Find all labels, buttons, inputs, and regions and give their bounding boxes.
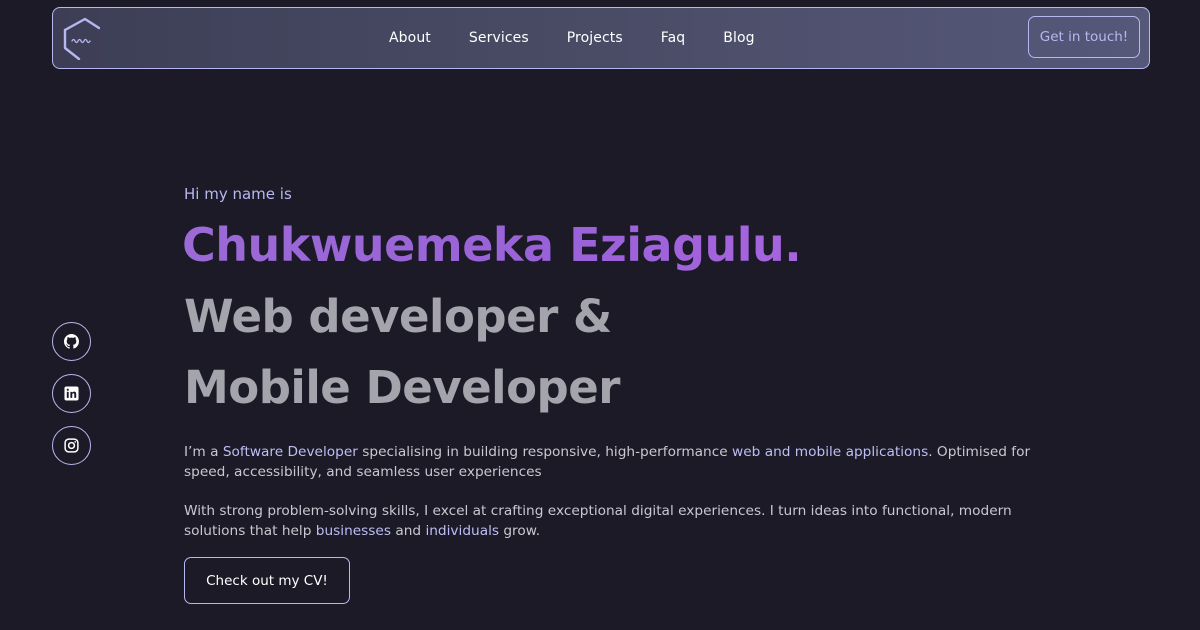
linkedin-link[interactable] [52, 374, 91, 413]
nav-link-about[interactable]: About [389, 30, 431, 46]
navbar: About Services Projects Faq Blog Get in … [52, 7, 1150, 69]
skills-text: grow. [499, 523, 541, 539]
highlight-individuals: individuals [425, 523, 500, 539]
intro-paragraph: I’m a Software Developer specialising in… [184, 442, 1064, 482]
hero-role-line1: Web developer & [184, 290, 612, 343]
instagram-icon [64, 438, 79, 453]
hero-name: Chukwuemeka Eziagulu. [182, 218, 802, 272]
github-icon [64, 334, 79, 349]
hero-role-line2: Mobile Developer [184, 361, 620, 414]
intro-text: I’m a [184, 444, 223, 460]
check-cv-button[interactable]: Check out my CV! [184, 557, 350, 604]
highlight-businesses: businesses [315, 523, 391, 539]
hero-greeting: Hi my name is [184, 185, 292, 203]
nav-link-projects[interactable]: Projects [567, 30, 623, 46]
nav-link-faq[interactable]: Faq [661, 30, 686, 46]
skills-text: and [391, 523, 426, 539]
get-in-touch-button[interactable]: Get in touch! [1028, 16, 1140, 58]
github-link[interactable] [52, 322, 91, 361]
highlight-software-developer: Software Developer [222, 444, 358, 460]
logo-icon[interactable] [61, 16, 105, 60]
skills-paragraph: With strong problem-solving skills, I ex… [184, 501, 1064, 541]
intro-text: specialising in building responsive, hig… [357, 444, 733, 460]
nav-link-blog[interactable]: Blog [723, 30, 754, 46]
main-nav: About Services Projects Faq Blog [389, 8, 755, 67]
linkedin-icon [64, 386, 79, 401]
highlight-web-mobile-apps: web and mobile applications [732, 444, 929, 460]
instagram-link[interactable] [52, 426, 91, 465]
nav-link-services[interactable]: Services [469, 30, 529, 46]
page: About Services Projects Faq Blog Get in … [0, 0, 1200, 630]
skills-text: With strong problem-solving skills, I ex… [184, 503, 1012, 539]
